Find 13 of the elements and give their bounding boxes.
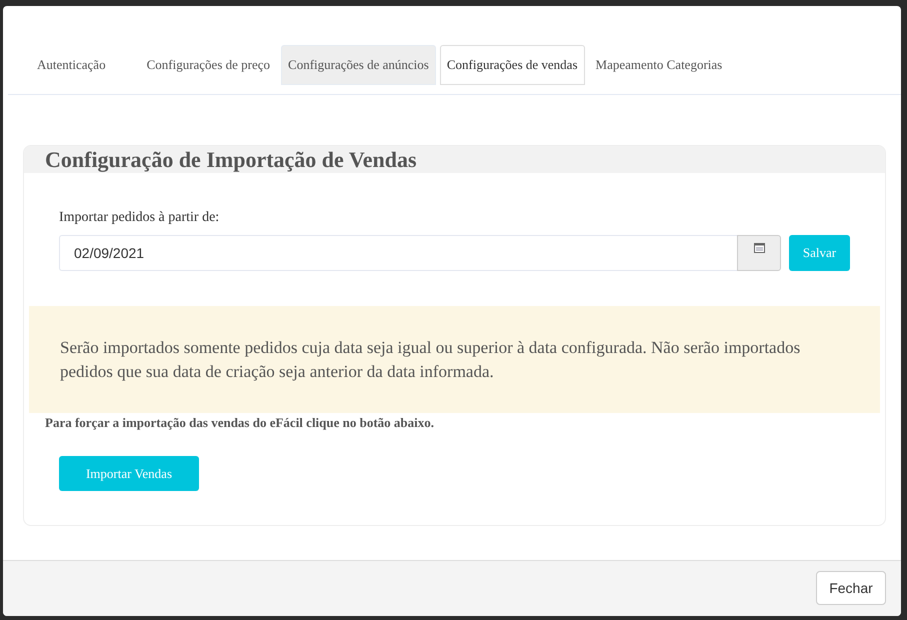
date-field[interactable]: 02/09/2021 [59,235,737,271]
calendar-button[interactable] [737,235,781,271]
field-label: Importar pedidos à partir de: [59,210,220,226]
close-button[interactable]: Fechar [816,570,886,604]
panel-title: Configuração de Importação de Vendas [45,146,417,172]
tab[interactable]: Configurações de preço [130,45,278,85]
force-import-note: Para forçar a importação das vendas do eFácil clique no botão abaixo. [45,415,436,431]
tab[interactable]: Autenticação [27,45,127,85]
tab[interactable]: Configurações de anúncios [281,45,436,85]
calendar-icon[interactable] [754,242,764,253]
info-alert: Serão importados somente pedidos cuja data seja igual ou superior à data configurada. Não serão importados pedidos que sua data de criação seja anterior da data informada. [29,306,880,413]
tab[interactable]: Configurações de vendas [440,45,585,85]
tab[interactable]: Mapeamento Categorias [588,45,730,85]
